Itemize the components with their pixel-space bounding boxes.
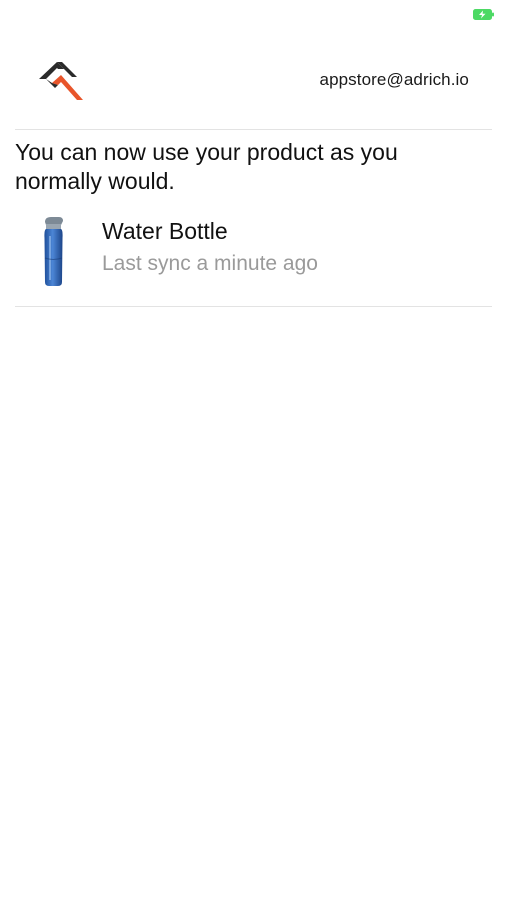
adrich-logo-icon (37, 58, 85, 102)
product-sync-status: Last sync a minute ago (102, 252, 318, 275)
account-email: appstore@adrich.io (319, 70, 469, 89)
product-list-item[interactable]: Water Bottle Last sync a minute ago (15, 208, 492, 298)
water-bottle-image (37, 216, 67, 288)
divider (15, 306, 492, 307)
battery-charging-icon (473, 7, 495, 20)
product-name: Water Bottle (102, 218, 228, 244)
divider (15, 129, 492, 130)
header: appstore@adrich.io (0, 56, 507, 106)
status-message: You can now use your product as you norm… (15, 139, 398, 194)
